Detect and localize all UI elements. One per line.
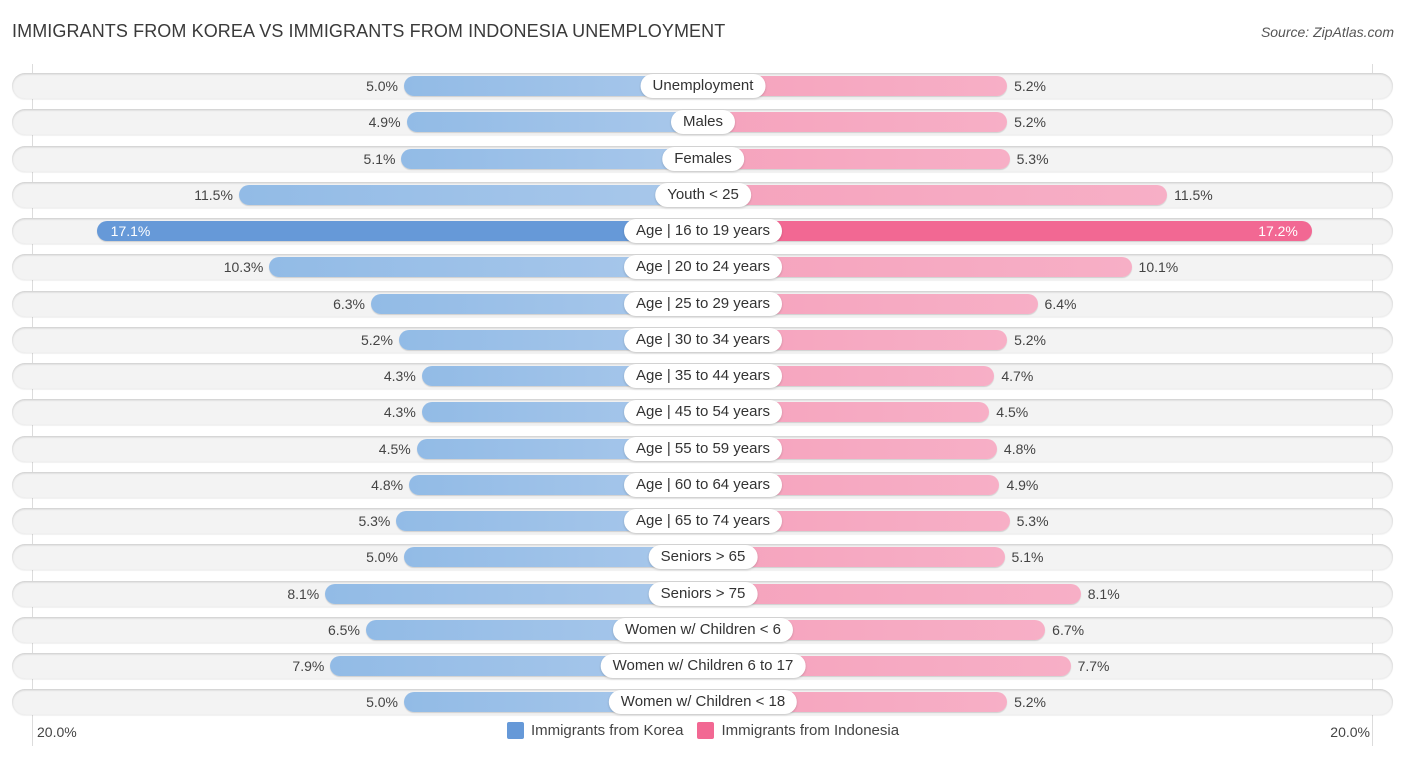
- bar-korea[interactable]: [325, 584, 703, 604]
- source-credit: Source: ZipAtlas.com: [1260, 24, 1394, 40]
- value-label-indonesia: 11.5%: [1174, 187, 1213, 203]
- value-label-indonesia: 5.3%: [1016, 151, 1049, 167]
- value-label-indonesia: 5.2%: [1014, 332, 1046, 348]
- value-label-korea: 5.0%: [366, 78, 398, 94]
- value-label-indonesia: 17.2%: [1258, 223, 1298, 239]
- legend-item-indonesia[interactable]: Immigrants from Indonesia: [697, 722, 899, 739]
- bar-indonesia[interactable]: [703, 185, 1168, 205]
- value-label-indonesia: 8.1%: [1087, 586, 1120, 602]
- value-label-korea: 5.0%: [366, 694, 398, 710]
- legend-swatch-indonesia: [697, 722, 715, 739]
- category-label: Youth < 25: [655, 183, 751, 207]
- bar-korea[interactable]: [401, 149, 703, 169]
- bar-indonesia[interactable]: [703, 149, 1010, 169]
- value-label-korea: 4.5%: [378, 441, 411, 457]
- value-label-korea: 5.2%: [361, 332, 393, 348]
- value-label-indonesia: 4.5%: [996, 404, 1029, 420]
- bar-korea[interactable]: [406, 112, 703, 132]
- bar-indonesia[interactable]: [703, 584, 1081, 604]
- category-label: Age | 25 to 29 years: [624, 292, 782, 316]
- value-label-korea: 5.0%: [366, 549, 398, 565]
- category-label: Women w/ Children < 6: [612, 618, 794, 642]
- bar-korea[interactable]: [238, 185, 703, 205]
- value-label-indonesia: 5.2%: [1014, 694, 1046, 710]
- chart-title: IMMIGRANTS FROM KOREA VS IMMIGRANTS FROM…: [12, 21, 726, 41]
- category-label: Age | 60 to 64 years: [624, 473, 782, 497]
- category-label: Seniors > 75: [648, 582, 758, 606]
- value-label-korea: 7.9%: [292, 658, 325, 674]
- bar-indonesia[interactable]: [703, 112, 1008, 132]
- legend-label-indonesia: Immigrants from Indonesia: [721, 722, 900, 739]
- category-label: Age | 35 to 44 years: [624, 364, 782, 388]
- category-label: Age | 65 to 74 years: [624, 509, 782, 533]
- value-label-indonesia: 4.9%: [1006, 477, 1039, 493]
- value-label-korea: 17.1%: [110, 223, 151, 239]
- bar-indonesia[interactable]: [703, 221, 1312, 241]
- value-label-korea: 10.3%: [223, 259, 264, 275]
- value-label-korea: 4.3%: [383, 368, 416, 384]
- value-label-korea: 6.3%: [333, 296, 365, 312]
- value-label-indonesia: 5.2%: [1014, 114, 1046, 130]
- category-label: Females: [662, 147, 744, 171]
- category-label: Unemployment: [640, 74, 766, 98]
- category-label: Males: [670, 110, 736, 134]
- category-label: Women w/ Children 6 to 17: [600, 654, 806, 678]
- value-label-indonesia: 5.1%: [1011, 549, 1044, 565]
- value-label-indonesia: 6.7%: [1052, 622, 1085, 638]
- value-label-korea: 11.5%: [194, 187, 233, 203]
- legend: Immigrants from Korea Immigrants from In…: [0, 722, 1406, 739]
- legend-label-korea: Immigrants from Korea: [530, 722, 684, 739]
- category-label: Women w/ Children < 18: [608, 690, 798, 714]
- legend-item-korea[interactable]: Immigrants from Korea: [506, 722, 684, 739]
- category-label: Age | 20 to 24 years: [624, 255, 782, 279]
- category-label: Age | 45 to 54 years: [624, 400, 782, 424]
- value-label-indonesia: 5.3%: [1016, 513, 1049, 529]
- value-label-korea: 6.5%: [327, 622, 360, 638]
- value-label-korea: 4.3%: [383, 404, 416, 420]
- value-label-indonesia: 7.7%: [1077, 658, 1110, 674]
- category-label: Age | 30 to 34 years: [624, 328, 782, 352]
- value-label-indonesia: 4.7%: [1001, 368, 1034, 384]
- legend-swatch-korea: [506, 722, 524, 739]
- value-label-korea: 5.1%: [363, 151, 396, 167]
- value-label-korea: 5.3%: [358, 513, 391, 529]
- value-label-indonesia: 10.1%: [1138, 259, 1179, 275]
- value-label-korea: 4.9%: [368, 114, 401, 130]
- category-label: Age | 16 to 19 years: [624, 219, 782, 243]
- value-label-indonesia: 6.4%: [1044, 296, 1077, 312]
- bar-korea[interactable]: [96, 221, 703, 241]
- value-label-korea: 8.1%: [287, 586, 320, 602]
- category-label: Age | 55 to 59 years: [624, 437, 782, 461]
- category-label: Seniors > 65: [648, 545, 758, 569]
- value-label-indonesia: 4.8%: [1003, 441, 1036, 457]
- value-label-korea: 4.8%: [371, 477, 404, 493]
- value-label-indonesia: 5.2%: [1014, 78, 1046, 94]
